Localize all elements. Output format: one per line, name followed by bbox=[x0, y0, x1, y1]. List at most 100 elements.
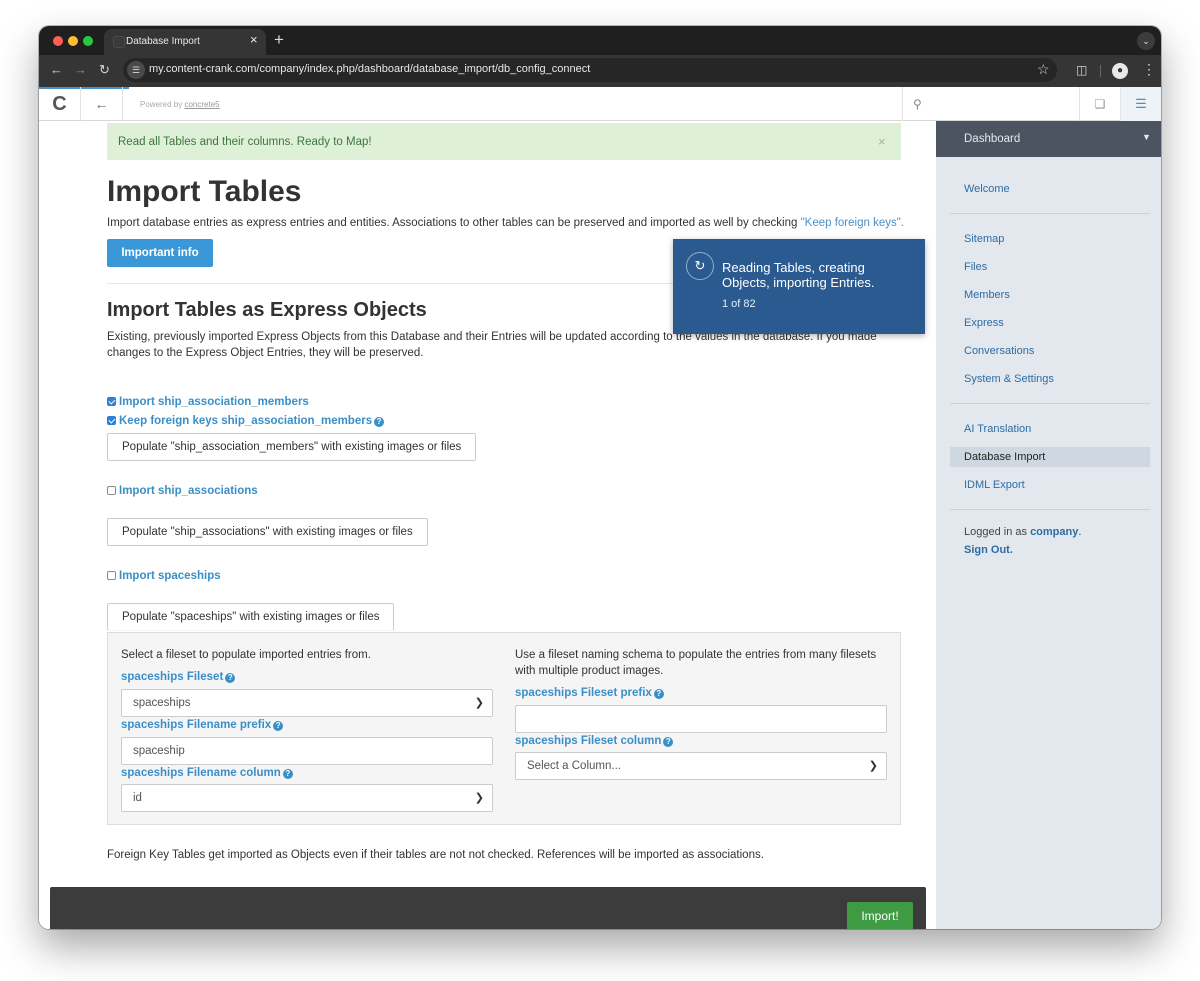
form-actions-bar: Import! bbox=[50, 887, 926, 929]
chevron-down-icon: ❯ bbox=[474, 697, 484, 709]
powered-by: Powered by concrete5 bbox=[140, 100, 220, 109]
tab-close-icon[interactable]: × bbox=[250, 33, 258, 47]
progress-toast: ↻ Reading Tables, creating Objects, impo… bbox=[673, 239, 925, 334]
filename-column-value: id bbox=[133, 792, 142, 804]
fileset-column-label-text: spaceships Fileset column bbox=[515, 735, 662, 747]
toast-message: Reading Tables, creating Objects, import… bbox=[722, 260, 875, 290]
sidebar-item-express[interactable]: Express bbox=[964, 317, 1004, 329]
import-label[interactable]: Import ship_association_members bbox=[119, 396, 309, 408]
fileset-column-label: spaceships Fileset column? bbox=[515, 735, 674, 747]
sidebar-item-conversations[interactable]: Conversations bbox=[964, 345, 1034, 357]
help-icon[interactable]: ❑ bbox=[1079, 87, 1120, 121]
close-window-button[interactable] bbox=[53, 36, 63, 46]
populate-button[interactable]: Populate "ship_associations" with existi… bbox=[107, 518, 428, 546]
fileset-select-value: spaceships bbox=[133, 697, 191, 709]
tab-list-icon[interactable]: ⌄ bbox=[1137, 32, 1155, 50]
fileset-column-value: Select a Column... bbox=[527, 760, 621, 772]
kebab-menu-icon[interactable]: ⋮ bbox=[1142, 61, 1156, 77]
help-question-icon[interactable]: ? bbox=[653, 689, 664, 699]
filename-prefix-label: spaceships Filename prefix? bbox=[121, 719, 284, 731]
sidebar-divider bbox=[950, 403, 1150, 404]
import-checkbox[interactable] bbox=[107, 571, 116, 580]
sidebar-item-members[interactable]: Members bbox=[964, 289, 1010, 301]
import-checkbox-row[interactable]: Import ship_association_members bbox=[107, 396, 309, 408]
zoom-window-button[interactable] bbox=[83, 36, 93, 46]
keep-fk-checkbox[interactable] bbox=[107, 416, 116, 425]
minimize-window-button[interactable] bbox=[68, 36, 78, 46]
logged-in-text: Logged in as company. bbox=[964, 526, 1081, 538]
sidebar-item-database-import[interactable]: Database Import bbox=[950, 447, 1150, 467]
fileset-label: spaceships Fileset? bbox=[121, 671, 236, 683]
fileset-label-text: spaceships Fileset bbox=[121, 671, 224, 683]
success-alert: Read all Tables and their columns. Ready… bbox=[107, 123, 901, 160]
cms-search-input[interactable]: ⚲ bbox=[902, 87, 1079, 121]
sign-out-link[interactable]: Sign Out. bbox=[964, 544, 1013, 556]
url-text[interactable]: my.content-crank.com/company/index.php/d… bbox=[149, 63, 590, 75]
import-checkbox-row[interactable]: Import ship_associations bbox=[107, 485, 258, 497]
import-label[interactable]: Import ship_associations bbox=[119, 485, 258, 497]
page-intro: Import database entries as express entri… bbox=[107, 217, 904, 229]
main-content: Read all Tables and their columns. Ready… bbox=[39, 121, 936, 929]
keep-fk-label[interactable]: Keep foreign keys ship_association_membe… bbox=[119, 415, 372, 427]
bookmark-star-icon[interactable]: ☆ bbox=[1037, 61, 1050, 77]
import-button[interactable]: Import! bbox=[847, 902, 913, 929]
filename-prefix-label-text: spaceships Filename prefix bbox=[121, 719, 272, 731]
help-question-icon[interactable]: ? bbox=[374, 417, 385, 427]
back-arrow-icon[interactable]: ← bbox=[81, 87, 123, 121]
keep-fk-checkbox-row[interactable]: Keep foreign keys ship_association_membe… bbox=[107, 415, 385, 427]
forward-arrow-icon[interactable]: → bbox=[74, 61, 87, 79]
sidebar-header[interactable]: Dashboard ▼ bbox=[936, 121, 1161, 157]
intro-text: Import database entries as express entri… bbox=[107, 217, 801, 229]
page-title: Import Tables bbox=[107, 175, 302, 208]
concrete-logo-icon[interactable]: C bbox=[39, 87, 81, 121]
alert-close-icon[interactable]: × bbox=[878, 135, 886, 148]
fileset-intro: Select a fileset to populate imported en… bbox=[121, 649, 371, 661]
sidebar-item-system-settings[interactable]: System & Settings bbox=[964, 373, 1054, 385]
logged-in-prefix: Logged in as bbox=[964, 526, 1027, 538]
help-question-icon[interactable]: ? bbox=[273, 721, 284, 731]
cms-toolbar: C ← Powered by concrete5 ⚲ ❑ ☰ bbox=[39, 87, 1161, 121]
section-title: Import Tables as Express Objects bbox=[107, 299, 427, 321]
populate-panel: Select a fileset to populate imported en… bbox=[107, 632, 901, 825]
fileset-prefix-input[interactable] bbox=[515, 705, 887, 733]
populate-button[interactable]: Populate "ship_association_members" with… bbox=[107, 433, 477, 461]
back-arrow-icon[interactable]: ← bbox=[50, 61, 63, 79]
sidebar-item-idml-export[interactable]: IDML Export bbox=[964, 479, 1025, 491]
fileset-select[interactable]: spaceships ❯ bbox=[121, 689, 493, 717]
new-tab-button[interactable]: + bbox=[274, 30, 284, 50]
fileset-prefix-label: spaceships Fileset prefix? bbox=[515, 687, 664, 699]
concrete5-link[interactable]: concrete5 bbox=[184, 100, 219, 109]
extensions-icon[interactable]: ◫ bbox=[1076, 62, 1087, 78]
help-question-icon[interactable]: ? bbox=[282, 769, 293, 779]
reload-icon[interactable]: ↻ bbox=[99, 61, 110, 79]
import-checkbox-row[interactable]: Import spaceships bbox=[107, 570, 221, 582]
sidebar-item-welcome[interactable]: Welcome bbox=[964, 183, 1010, 195]
search-icon: ⚲ bbox=[913, 97, 922, 111]
filename-prefix-input[interactable]: spaceship bbox=[121, 737, 493, 765]
toast-progress: 1 of 82 bbox=[722, 298, 756, 310]
site-info-icon[interactable]: ☰ bbox=[127, 61, 145, 79]
help-question-icon[interactable]: ? bbox=[663, 737, 674, 747]
filename-column-label-text: spaceships Filename column bbox=[121, 767, 281, 779]
address-bar[interactable]: ☰ my.content-crank.com/company/index.php… bbox=[123, 58, 1057, 82]
fileset-schema-intro: Use a fileset naming schema to populate … bbox=[515, 649, 877, 677]
populate-button[interactable]: Populate "spaceships" with existing imag… bbox=[107, 603, 395, 631]
filename-column-select[interactable]: id ❯ bbox=[121, 784, 493, 812]
important-info-button[interactable]: Important info bbox=[107, 239, 213, 267]
import-label[interactable]: Import spaceships bbox=[119, 570, 221, 582]
logged-in-suffix: . bbox=[1078, 526, 1082, 538]
help-question-icon[interactable]: ? bbox=[225, 673, 236, 683]
fileset-column-select[interactable]: Select a Column... ❯ bbox=[515, 752, 887, 780]
logged-in-user[interactable]: company bbox=[1030, 526, 1078, 538]
profile-icon[interactable]: ● bbox=[1112, 63, 1128, 79]
sidebar-item-files[interactable]: Files bbox=[964, 261, 987, 273]
import-checkbox[interactable] bbox=[107, 486, 116, 495]
sidebar-item-ai-translation[interactable]: AI Translation bbox=[964, 423, 1031, 435]
dashboard-panel-icon[interactable]: ☰ bbox=[1120, 87, 1161, 121]
tab-strip: Database Import × + ⌄ bbox=[39, 26, 1161, 55]
browser-tab-database-import[interactable]: Database Import × bbox=[104, 29, 266, 55]
fileset-prefix-label-text: spaceships Fileset prefix bbox=[515, 687, 652, 699]
import-checkbox[interactable] bbox=[107, 397, 116, 406]
sidebar-item-sitemap[interactable]: Sitemap bbox=[964, 233, 1004, 245]
intro-hint: "Keep foreign keys". bbox=[800, 217, 904, 229]
